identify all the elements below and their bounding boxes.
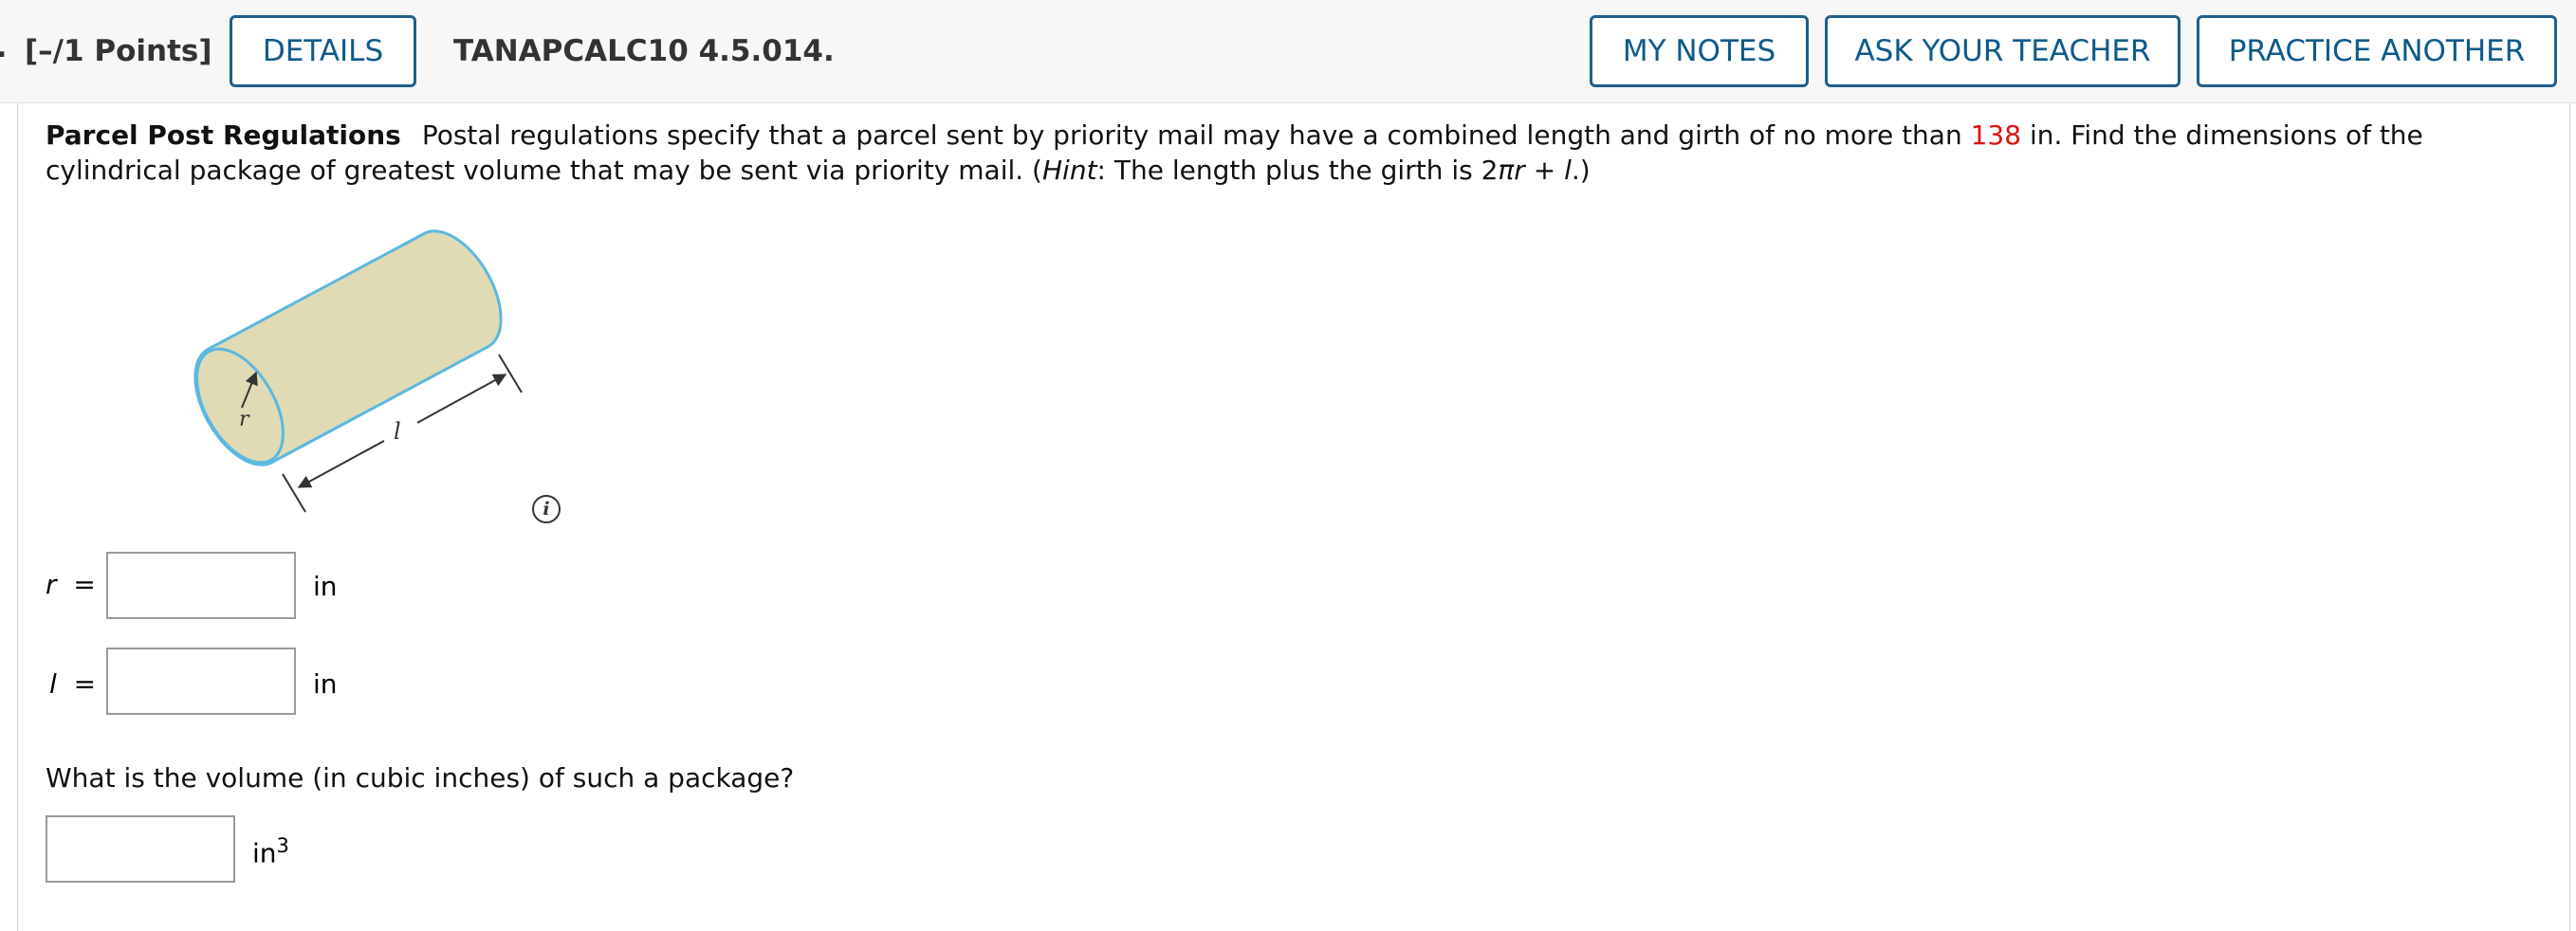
length-label: l [394, 418, 401, 445]
question-header: . [–/1 Points] DETAILS TANAPCALC10 4.5.0… [0, 0, 2576, 103]
volume-answer-input[interactable] [46, 815, 235, 883]
problem-title: Parcel Post Regulations [46, 119, 401, 151]
dimension-tick-start [282, 473, 306, 513]
my-notes-button[interactable]: MY NOTES [1590, 15, 1809, 87]
question-number: . [0, 31, 7, 64]
radius-label: r [239, 408, 250, 431]
cylinder-diagram: r l [193, 229, 523, 513]
highlight-value: 138 [1970, 119, 2022, 151]
r-unit: in [313, 571, 338, 602]
r-answer-input[interactable] [106, 552, 296, 619]
l-answer-label: l = [49, 668, 96, 700]
volume-unit: in3 [252, 834, 289, 868]
hint-label: Hint [1041, 155, 1097, 186]
problem-text: Postal regulations specify that a parcel… [421, 119, 1971, 151]
info-icon[interactable]: i [532, 495, 561, 523]
l-variable: l [49, 668, 57, 700]
l-answer-input[interactable] [106, 648, 296, 715]
problem-statement: Parcel Post Regulations Postal regulation… [46, 118, 2546, 188]
l-equals: = [73, 668, 97, 700]
hint-expression: πr [1498, 155, 1525, 186]
r-equals: = [73, 569, 96, 600]
volume-unit-base: in [252, 837, 277, 869]
r-variable: r [46, 569, 57, 600]
practice-another-button[interactable]: PRACTICE ANOTHER [2197, 15, 2557, 87]
length-arrow-left [297, 440, 385, 488]
hint-length: l [1564, 155, 1572, 186]
length-arrow-right [416, 374, 507, 424]
volume-unit-exponent: 3 [276, 834, 289, 857]
points-label: [–/1 Points] [25, 34, 212, 68]
ask-your-teacher-button[interactable]: ASK YOUR TEACHER [1825, 15, 2180, 87]
problem-code: TANAPCALC10 4.5.014. [453, 34, 835, 68]
details-button[interactable]: DETAILS [230, 15, 416, 87]
volume-question: What is the volume (in cubic inches) of … [46, 762, 795, 794]
hint-end: .) [1571, 155, 1591, 186]
r-answer-label: r = [46, 569, 96, 600]
dimension-tick-end [498, 354, 523, 393]
l-unit: in [313, 668, 338, 700]
hint-text: : The length plus the girth is 2 [1096, 155, 1499, 186]
hint-plus: + [1524, 155, 1565, 186]
